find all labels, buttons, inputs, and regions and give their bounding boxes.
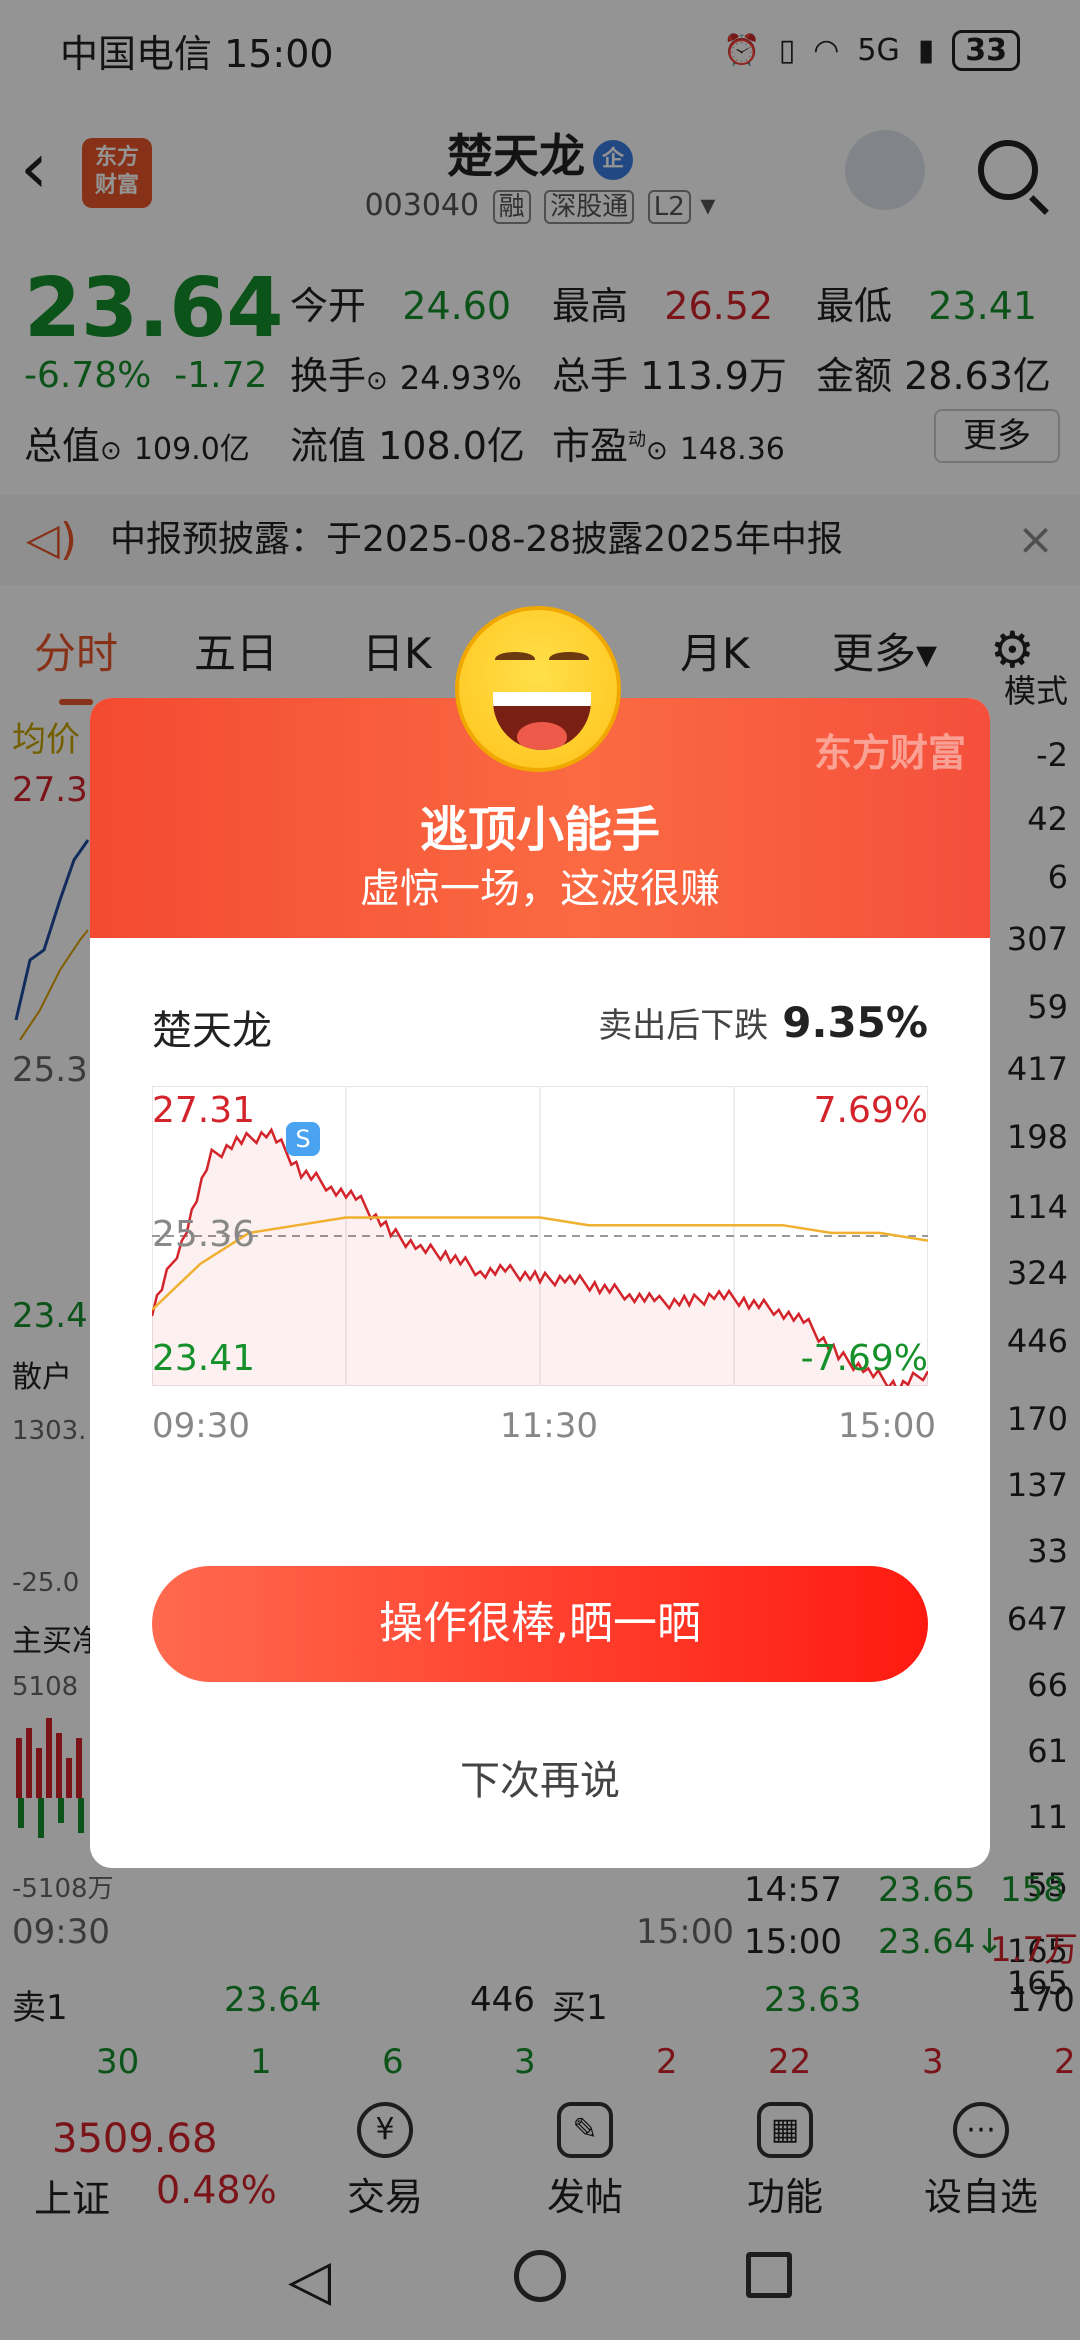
later-button[interactable]: 下次再说: [90, 1748, 990, 1806]
chart-mid-label: 25.36: [152, 1214, 256, 1255]
time-label-noon: 11:30: [500, 1406, 598, 1446]
achievement-modal: 东方财富 逃顶小能手 虚惊一场，这波很赚 楚天龙 卖出后下跌 9.35% 27.3…: [90, 698, 990, 1868]
laughing-emoji-icon: [455, 606, 621, 772]
chart-min-pct: -7.69%: [800, 1338, 928, 1379]
modal-title: 逃顶小能手: [419, 802, 660, 858]
modal-brand: 东方财富: [813, 731, 966, 775]
chart-max-label: 27.31: [152, 1090, 256, 1131]
sell-marker: S: [286, 1122, 320, 1156]
time-label-close: 15:00: [838, 1406, 936, 1446]
time-label-open: 09:30: [152, 1406, 250, 1446]
modal-subtitle: 虚惊一场，这波很赚: [360, 866, 720, 912]
fall-value: 9.35%: [782, 998, 928, 1047]
chart-max-pct: 7.69%: [813, 1090, 928, 1131]
modal-intraday-chart: 27.31 25.36 23.41 7.69% -7.69% S: [152, 1086, 928, 1386]
app-screen: 中国电信 15:00 ⏰ ▯ ◠ 5G ▮ 33 ‹ 东方 财富 楚天龙企 00…: [0, 0, 1080, 2340]
fall-after-sell: 卖出后下跌 9.35%: [598, 998, 928, 1047]
share-button[interactable]: 操作很棒,晒一晒: [152, 1566, 928, 1682]
chart-min-label: 23.41: [152, 1338, 256, 1379]
modal-stock-name: 楚天龙: [152, 1008, 272, 1054]
